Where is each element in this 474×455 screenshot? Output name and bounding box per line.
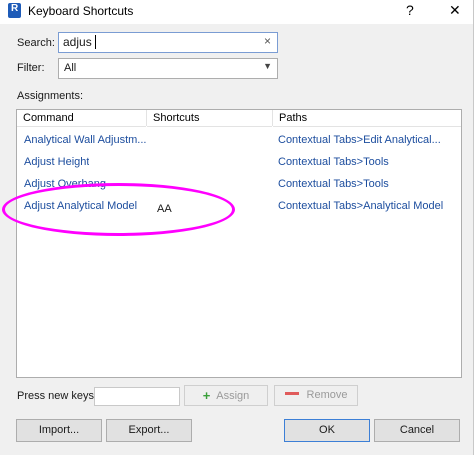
command-cell: Analytical Wall Adjustm... (24, 134, 146, 146)
path-cell: Contextual Tabs>Edit Analytical... (278, 134, 441, 146)
press-new-keys-label: Press new keys: (17, 390, 98, 402)
remove-button-label: Remove (306, 389, 348, 401)
column-header-shortcuts[interactable]: Shortcuts (147, 110, 272, 127)
search-input[interactable]: adjus × (58, 32, 278, 53)
minus-icon (284, 392, 299, 395)
column-header-command[interactable]: Command (17, 110, 146, 127)
shortcut-cell: AA (157, 203, 172, 215)
search-value: adjus (63, 35, 92, 49)
plus-icon: + (202, 388, 211, 403)
cancel-button[interactable]: Cancel (374, 419, 460, 442)
command-cell: Adjust Height (24, 156, 90, 168)
path-cell: Contextual Tabs>Tools (278, 178, 389, 190)
command-cell: Adjust Overhang (24, 178, 106, 190)
filter-value: All (64, 62, 77, 74)
ok-button[interactable]: OK (284, 419, 370, 442)
column-header-label: Shortcuts (153, 112, 200, 124)
app-icon (8, 3, 21, 18)
path-cell: Contextual Tabs>Tools (278, 156, 389, 168)
column-header-paths[interactable]: Paths (273, 110, 461, 127)
filter-label: Filter: (17, 62, 45, 74)
title-bar: Keyboard Shortcuts ? ✕ (0, 0, 474, 24)
assign-button[interactable]: + Assign (184, 385, 268, 406)
column-header-label: Paths (279, 112, 308, 124)
window-title: Keyboard Shortcuts (28, 4, 134, 18)
assign-button-label: Assign (216, 390, 250, 402)
help-button[interactable]: ? (406, 2, 414, 18)
assignments-list[interactable]: Command Shortcuts Paths Analytical Wall … (16, 109, 462, 378)
search-label: Search: (17, 37, 55, 49)
remove-button[interactable]: Remove (274, 385, 358, 406)
import-button[interactable]: Import... (16, 419, 102, 442)
path-cell: Contextual Tabs>Analytical Model (278, 200, 444, 212)
assignments-label: Assignments: (17, 90, 84, 102)
column-header-label: Command (23, 112, 74, 124)
new-keys-input[interactable] (94, 387, 180, 406)
chevron-down-icon: ▼ (263, 61, 272, 71)
command-cell: Adjust Analytical Model (24, 200, 138, 212)
text-caret (95, 35, 96, 49)
filter-dropdown[interactable]: All ▼ (58, 58, 278, 79)
export-button[interactable]: Export... (106, 419, 192, 442)
close-button[interactable]: ✕ (449, 2, 461, 19)
clear-icon[interactable]: × (264, 34, 271, 48)
